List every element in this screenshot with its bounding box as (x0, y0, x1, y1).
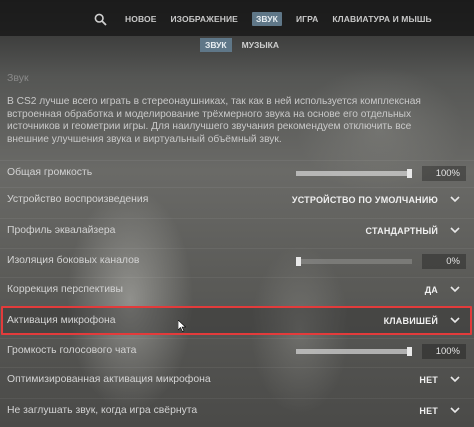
tab-new[interactable]: НОВОЕ (125, 14, 156, 24)
setting-row-voice-volume: Громкость голосового чата 100% (0, 338, 474, 362)
setting-label: Изоляция боковых каналов (7, 255, 140, 266)
setting-row-optimized-mic[interactable]: Оптимизированная активация микрофона НЕТ (0, 367, 474, 391)
subtab-audio[interactable]: ЗВУК (200, 38, 232, 52)
dropdown-value[interactable]: КЛАВИШЕЙ (384, 316, 438, 326)
search-icon[interactable] (94, 13, 107, 26)
setting-label: Активация микрофона (7, 315, 116, 326)
tab-graphics[interactable]: ИЗОБРАЖЕНИЕ (170, 14, 237, 24)
section-description: В CS2 лучше всего играть в стереонаушник… (7, 96, 421, 146)
chevron-down-icon[interactable] (450, 375, 460, 383)
tab-game[interactable]: ИГРА (296, 14, 318, 24)
setting-label: Громкость голосового чата (7, 345, 137, 356)
setting-label: Профиль эквалайзера (7, 225, 116, 236)
tab-audio[interactable]: ЗВУК (251, 12, 282, 26)
setting-label: Коррекция перспективы (7, 284, 123, 295)
slider-fill (296, 349, 412, 354)
subtab-music[interactable]: МУЗЫКА (242, 40, 279, 50)
dropdown-value[interactable]: НЕТ (419, 375, 438, 385)
sub-nav: ЗВУК МУЗЫКА (0, 38, 474, 52)
chevron-down-icon[interactable] (450, 316, 460, 324)
dropdown-value[interactable]: УСТРОЙСТВО ПО УМОЛЧАНИЮ (292, 195, 438, 205)
setting-row-master-volume: Общая громкость 100% (0, 160, 474, 184)
dropdown-value[interactable]: НЕТ (419, 406, 438, 416)
setting-label: Устройство воспроизведения (7, 194, 149, 205)
section-title: Звук (7, 72, 29, 84)
channel-isolation-slider[interactable] (296, 257, 412, 266)
slider-thumb[interactable] (407, 169, 412, 178)
tab-keyboard-mouse[interactable]: КЛАВИАТУРА И МЫШЬ (332, 14, 431, 24)
setting-row-mute-minimized[interactable]: Не заглушать звук, когда игра свёрнута Н… (0, 398, 474, 422)
setting-row-mic-activation[interactable]: Активация микрофона КЛАВИШЕЙ (0, 309, 474, 333)
setting-label: Общая громкость (7, 167, 93, 178)
master-volume-slider[interactable] (296, 169, 412, 178)
slider-fill (296, 171, 412, 176)
setting-row-perspective-correction[interactable]: Коррекция перспективы ДА (0, 277, 474, 301)
setting-label: Оптимизированная активация микрофона (7, 374, 211, 385)
voice-volume-slider[interactable] (296, 347, 412, 356)
mouse-cursor-icon (178, 320, 186, 332)
setting-label: Не заглушать звук, когда игра свёрнута (7, 405, 198, 416)
chevron-down-icon[interactable] (450, 406, 460, 414)
dropdown-value[interactable]: СТАНДАРТНЫЙ (366, 226, 438, 236)
slider-thumb[interactable] (296, 257, 301, 266)
dropdown-value[interactable]: ДА (425, 285, 438, 295)
main-nav: НОВОЕ ИЗОБРАЖЕНИЕ ЗВУК ИГРА КЛАВИАТУРА И… (0, 11, 474, 27)
setting-row-eq-profile[interactable]: Профиль эквалайзера СТАНДАРТНЫЙ (0, 218, 474, 242)
chevron-down-icon[interactable] (450, 226, 460, 234)
slider-value[interactable]: 100% (422, 344, 466, 359)
setting-row-channel-isolation: Изоляция боковых каналов 0% (0, 248, 474, 272)
chevron-down-icon[interactable] (450, 285, 460, 293)
slider-thumb[interactable] (407, 347, 412, 356)
slider-value[interactable]: 100% (422, 166, 466, 181)
chevron-down-icon[interactable] (450, 195, 460, 203)
slider-value[interactable]: 0% (422, 254, 466, 269)
setting-row-playback-device[interactable]: Устройство воспроизведения УСТРОЙСТВО ПО… (0, 187, 474, 211)
